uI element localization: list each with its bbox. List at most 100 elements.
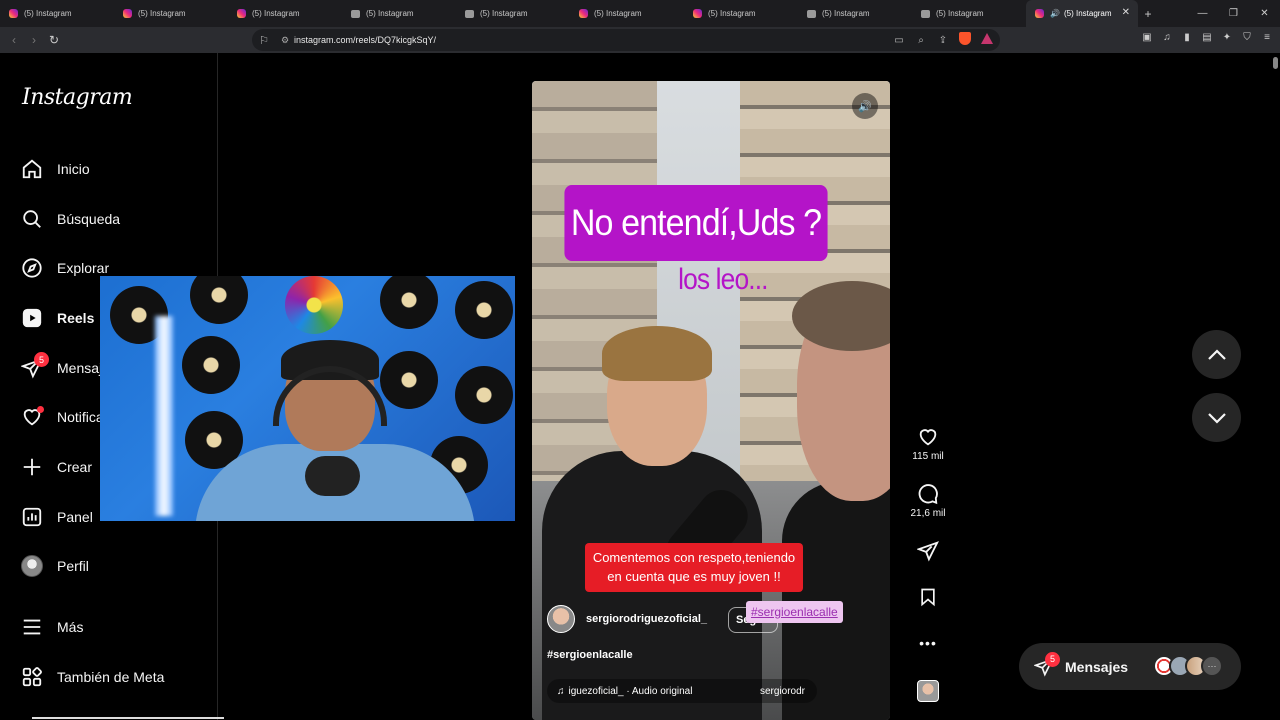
- browser-tab[interactable]: (5) Instagram: [570, 0, 684, 27]
- minimize-icon[interactable]: —: [1187, 8, 1218, 19]
- browser-tab[interactable]: (5) Instagram: [912, 0, 1026, 27]
- screen-icon[interactable]: ▭: [892, 35, 906, 46]
- hashtag-sticker[interactable]: #sergioenlacalle: [746, 601, 843, 623]
- restore-icon[interactable]: ❐: [1218, 8, 1249, 19]
- share-action[interactable]: [904, 539, 952, 563]
- bookmark-icon[interactable]: ⚐: [252, 34, 276, 47]
- audio-thumbnail[interactable]: [917, 680, 939, 702]
- page-scrollbar[interactable]: [1272, 57, 1278, 697]
- url-text[interactable]: instagram.com/reels/DQ7kicgkSqY/: [294, 35, 436, 45]
- webcam-overlay: [100, 276, 515, 521]
- scrollbar-thumb[interactable]: [1273, 57, 1278, 69]
- generic-page-icon: [465, 9, 474, 18]
- sidebar-item-perfil[interactable]: Perfil: [20, 551, 89, 581]
- wall-vinyl-record: [285, 276, 343, 334]
- sidebar-item-explorar[interactable]: Explorar: [20, 253, 109, 283]
- tab-title: (5) Instagram: [822, 9, 870, 18]
- reel-author[interactable]: sergiorodriguezoficial_: [547, 605, 707, 633]
- sidebar-item-label: Perfil: [57, 558, 89, 574]
- sidebar-toggle-icon[interactable]: ▮: [1182, 32, 1192, 43]
- media-icon[interactable]: ♫: [1162, 32, 1172, 43]
- sidebar-item-panel[interactable]: Panel: [20, 502, 93, 532]
- taskbar-indicator: [32, 717, 224, 719]
- like-count: 115 mil: [912, 451, 944, 462]
- sidebar-item-reels[interactable]: Reels: [20, 303, 94, 333]
- caption-notice-line: Comentemos con respeto,teniendo: [592, 550, 796, 565]
- save-action[interactable]: [904, 585, 952, 609]
- browser-tab[interactable]: (5) Instagram: [684, 0, 798, 27]
- sidebar-item-label: Reels: [57, 310, 95, 326]
- browser-menu-icon[interactable]: ≡: [1262, 32, 1272, 43]
- comment-icon[interactable]: [904, 482, 952, 506]
- streamer: [185, 336, 485, 521]
- new-tab-button[interactable]: +: [1138, 7, 1158, 21]
- browser-toolbar: ‹ › ↻ ⚐ ⚙ instagram.com/reels/DQ7kicgkSq…: [0, 27, 1280, 53]
- like-action[interactable]: 115 mil: [904, 425, 952, 462]
- caption-notice: Comentemos con respeto,teniendo en cuent…: [585, 543, 803, 592]
- browser-tab[interactable]: (5) Instagram: [456, 0, 570, 27]
- close-window-icon[interactable]: ✕: [1249, 8, 1280, 19]
- wall-vinyl-record: [380, 276, 438, 329]
- share-icon[interactable]: ⇪: [936, 35, 950, 46]
- streamer-microphone: [305, 456, 360, 496]
- wallet-icon[interactable]: ▤: [1202, 32, 1212, 43]
- author-avatar[interactable]: [547, 605, 575, 633]
- messenger-icon: 5: [1033, 651, 1060, 678]
- audio-playing-icon[interactable]: 🔊: [1050, 9, 1060, 18]
- sound-toggle-icon[interactable]: 🔊: [852, 93, 878, 119]
- forward-icon[interactable]: ›: [24, 33, 44, 47]
- sidebar-item-busqueda[interactable]: Búsqueda: [20, 204, 120, 234]
- more-action[interactable]: •••: [904, 631, 952, 655]
- sidebar-item-tambien-de-meta[interactable]: También de Meta: [20, 662, 164, 692]
- heart-icon[interactable]: [904, 425, 952, 449]
- brave-rewards-icon[interactable]: [980, 33, 994, 47]
- sidebar-item-mas[interactable]: Más: [20, 612, 83, 642]
- instagram-logo[interactable]: Instagram: [22, 85, 133, 110]
- zoom-icon[interactable]: ⌕: [914, 35, 928, 46]
- tab-title: (5) Instagram: [480, 9, 528, 18]
- music-note-icon: ♫: [557, 685, 565, 697]
- message-avatars: ···: [1153, 655, 1223, 677]
- tab-title: (5) Instagram: [708, 9, 756, 18]
- wall-vinyl-record: [190, 276, 248, 324]
- tab-title: (5) Instagram: [1063, 9, 1112, 18]
- next-reel-button[interactable]: [1192, 393, 1241, 442]
- browser-tab[interactable]: (5) Instagram: [114, 0, 228, 27]
- brave-shields-icon[interactable]: [958, 32, 972, 48]
- bookmark-icon[interactable]: [904, 585, 952, 609]
- messages-pill[interactable]: 5 Mensajes ···: [1019, 643, 1241, 690]
- back-icon[interactable]: ‹: [4, 33, 24, 47]
- previous-reel-button[interactable]: [1192, 330, 1241, 379]
- home-icon: [20, 157, 44, 181]
- browser-tab[interactable]: (5) Instagram: [228, 0, 342, 27]
- leo-icon[interactable]: ✦: [1222, 32, 1232, 43]
- vpn-icon[interactable]: ⛉: [1242, 32, 1252, 43]
- chevron-down-icon: [1207, 412, 1226, 424]
- author-name[interactable]: sergiorodriguezoficial_: [586, 613, 707, 625]
- plus-icon: [20, 455, 44, 479]
- browser-tab[interactable]: (5) Instagram: [342, 0, 456, 27]
- address-bar[interactable]: ⚐ ⚙ instagram.com/reels/DQ7kicgkSqY/ ▭ ⌕…: [252, 29, 1000, 51]
- sidebar-item-crear[interactable]: Crear: [20, 452, 92, 482]
- chevron-up-icon: [1207, 348, 1226, 360]
- browser-tab[interactable]: (5) Instagram: [798, 0, 912, 27]
- browser-tab[interactable]: (5) Instagram: [0, 0, 114, 27]
- comment-action[interactable]: 21,6 mil: [904, 482, 952, 519]
- browser-tab-bar: (5) Instagram (5) Instagram (5) Instagram (…: [0, 0, 1280, 27]
- more-options-icon[interactable]: •••: [904, 631, 952, 655]
- generic-page-icon: [807, 9, 816, 18]
- sidebar-item-inicio[interactable]: Inicio: [20, 154, 90, 184]
- caption-notice-line: en cuenta que es muy joven !!: [607, 569, 781, 584]
- close-tab-icon[interactable]: ✕: [1122, 7, 1130, 18]
- sidebar-item-label: También de Meta: [57, 669, 165, 685]
- sidebar-item-label: Panel: [57, 509, 93, 525]
- browser-tab[interactable]: 🔊 (5) Instagram ✕: [1026, 0, 1138, 27]
- screenshot-icon[interactable]: ▣: [1142, 32, 1152, 43]
- reel-video[interactable]: 🔊 No entendí,Uds ? los leo... Comentemos…: [532, 81, 890, 720]
- reels-icon: [20, 306, 44, 330]
- audio-pill[interactable]: ♫ iguezoficial_ · Audio original sergior…: [547, 679, 817, 703]
- reload-icon[interactable]: ↻: [44, 33, 64, 47]
- share-icon[interactable]: [904, 539, 952, 563]
- reel-description[interactable]: #sergioenlacalle: [547, 649, 633, 661]
- site-info-icon[interactable]: ⚙: [276, 35, 294, 46]
